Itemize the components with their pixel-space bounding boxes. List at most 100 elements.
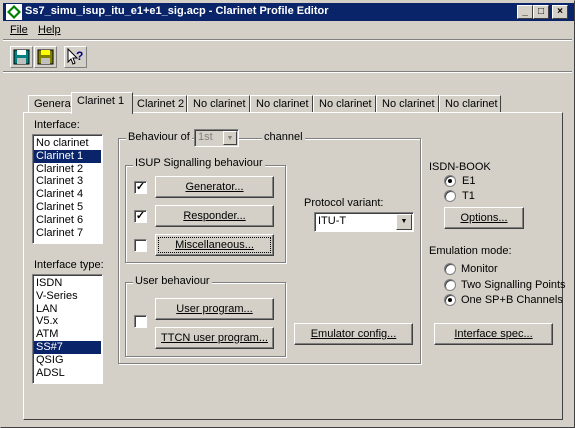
list-item[interactable]: Clarinet 1 — [34, 149, 101, 163]
menu-separator — [3, 39, 572, 41]
radio-one-sp-b-channels[interactable] — [444, 294, 456, 306]
window-title: Ss7_simu_isup_itu_e1+e1_sig.acp - Clarin… — [25, 5, 329, 17]
radio-monitor-label: Monitor — [461, 263, 498, 275]
close-icon: × — [557, 6, 563, 17]
list-item[interactable]: ADSL — [34, 367, 101, 380]
minimize-button[interactable]: _ — [517, 5, 533, 19]
list-item[interactable]: ATM — [34, 328, 101, 341]
tab-clarinet-2[interactable]: Clarinet 2 — [131, 95, 187, 113]
user-program-button[interactable]: User program... — [155, 298, 274, 320]
list-item[interactable]: SS#7 — [34, 340, 101, 354]
radio-t1[interactable] — [444, 190, 456, 202]
options-button[interactable]: Options... — [444, 207, 524, 229]
miscellaneous-checkbox[interactable] — [134, 239, 147, 252]
minimize-icon: _ — [522, 6, 528, 17]
interface-label: Interface: — [34, 119, 80, 131]
list-item[interactable]: ISDN — [34, 277, 101, 290]
list-item[interactable]: Clarinet 3 — [34, 175, 101, 188]
tab-general[interactable]: General — [28, 95, 73, 113]
protocol-variant-value: ITU-T — [318, 215, 347, 227]
save-button[interactable] — [10, 46, 33, 68]
list-item[interactable]: V-Series — [34, 290, 101, 303]
tab-no-clarinet[interactable]: No clarinet — [439, 95, 501, 113]
miscellaneous-button[interactable]: Miscellaneous... — [155, 234, 274, 256]
radio-e1[interactable] — [444, 175, 456, 187]
behaviour-of-text: Behaviour of — [128, 131, 190, 143]
app-icon — [6, 4, 22, 20]
channel-select-value: 1st — [198, 131, 213, 143]
list-item[interactable]: Clarinet 5 — [34, 201, 101, 214]
chevron-down-icon: ▼ — [223, 131, 237, 145]
interface-type-label: Interface type: — [34, 259, 104, 271]
emulator-config-button-label: Emulator config... — [310, 328, 397, 340]
tab-no-clarinet[interactable]: No clarinet — [250, 95, 313, 113]
tab-clarinet-1[interactable]: Clarinet 1 — [71, 92, 133, 114]
interface-spec-button-label: Interface spec... — [454, 328, 533, 340]
interface-spec-button[interactable]: Interface spec... — [434, 323, 553, 345]
responder-check-icon: ✓ — [135, 210, 146, 222]
tab-label: Clarinet 1 — [77, 95, 125, 107]
tab-label: No clarinet — [319, 98, 372, 110]
responder-button-label: Responder... — [183, 210, 246, 222]
tab-label: General — [34, 98, 74, 110]
tab-label: No clarinet — [256, 98, 309, 110]
tab-label: Clarinet 2 — [137, 98, 185, 110]
tab-label: No clarinet — [382, 98, 435, 110]
svg-text:?: ? — [76, 49, 83, 63]
list-item[interactable]: Clarinet 6 — [34, 214, 101, 227]
generator-button-label: Generator... — [185, 181, 244, 193]
radio-e1-label: E1 — [462, 175, 476, 187]
menu-file[interactable]: File — [10, 24, 28, 36]
radio-one-sp-b-channels-label: One SP+B Channels — [461, 294, 563, 306]
tab-label: No clarinet — [445, 98, 498, 110]
save-icon — [13, 49, 30, 65]
list-item[interactable]: LAN — [34, 303, 101, 316]
maximize-button[interactable]: □ — [533, 5, 549, 19]
responder-checkbox[interactable]: ✓ — [134, 210, 147, 223]
ttcn-user-program-button-label: TTCN user program... — [161, 332, 268, 344]
behaviour-label: Behaviour of — [126, 131, 192, 143]
options-button-label: Options... — [460, 212, 508, 224]
maximize-icon: □ — [537, 6, 545, 17]
miscellaneous-button-label: Miscellaneous... — [175, 239, 254, 251]
tab-no-clarinet[interactable]: No clarinet — [376, 95, 439, 113]
user-behaviour-checkbox[interactable] — [134, 315, 147, 328]
list-item[interactable]: Clarinet 4 — [34, 188, 101, 201]
list-item[interactable]: QSIG — [34, 354, 101, 367]
generator-button[interactable]: Generator... — [155, 176, 274, 198]
ttcn-user-program-button[interactable]: TTCN user program... — [155, 327, 274, 349]
radio-two-signalling-points[interactable] — [444, 279, 456, 291]
menu-file-label: File — [10, 24, 28, 36]
user-behaviour-label: User behaviour — [133, 275, 212, 287]
list-item[interactable]: No clarinet — [34, 137, 101, 150]
radio-monitor[interactable] — [444, 263, 456, 275]
radio-two-signalling-points-label: Two Signalling Points — [461, 279, 566, 291]
menu-help[interactable]: Help — [38, 24, 61, 36]
save-as-button[interactable] — [34, 46, 57, 68]
protocol-variant-select[interactable]: ITU-T ▼ — [314, 212, 414, 232]
emulation-mode-label: Emulation mode: — [429, 245, 512, 257]
isup-group-label: ISUP Signalling behaviour — [133, 157, 265, 169]
interface-type-listbox[interactable]: ISDN V-Series LAN V5.x ATM SS#7 QSIG ADSL — [32, 274, 103, 384]
channel-select[interactable]: 1st ▼ — [194, 129, 239, 147]
interface-listbox[interactable]: No clarinet Clarinet 1 Clarinet 2 Clarinet … — [32, 134, 103, 244]
tab-no-clarinet[interactable]: No clarinet — [313, 95, 376, 113]
menu-help-label: Help — [38, 24, 61, 36]
user-program-button-label: User program... — [176, 303, 253, 315]
tab-no-clarinet[interactable]: No clarinet — [187, 95, 250, 113]
generator-checkbox[interactable]: ✓ — [134, 181, 147, 194]
protocol-variant-label: Protocol variant: — [304, 197, 384, 209]
responder-button[interactable]: Responder... — [155, 205, 274, 227]
context-help-button[interactable]: ? — [64, 46, 87, 68]
title-bar[interactable]: Ss7_simu_isup_itu_e1+e1_sig.acp - Clarin… — [3, 3, 574, 21]
chevron-down-icon: ▼ — [396, 214, 412, 230]
save-as-icon — [37, 49, 54, 65]
list-item[interactable]: V5.x — [34, 315, 101, 328]
list-item[interactable]: Clarinet 2 — [34, 163, 101, 176]
main-window: Ss7_simu_isup_itu_e1+e1_sig.acp - Clarin… — [0, 0, 575, 428]
emulator-config-button[interactable]: Emulator config... — [294, 323, 413, 345]
list-item[interactable]: Clarinet 7 — [34, 227, 101, 240]
context-help-icon: ? — [67, 47, 83, 65]
isdn-book-label: ISDN-BOOK — [429, 161, 491, 173]
close-button[interactable]: × — [552, 5, 568, 19]
